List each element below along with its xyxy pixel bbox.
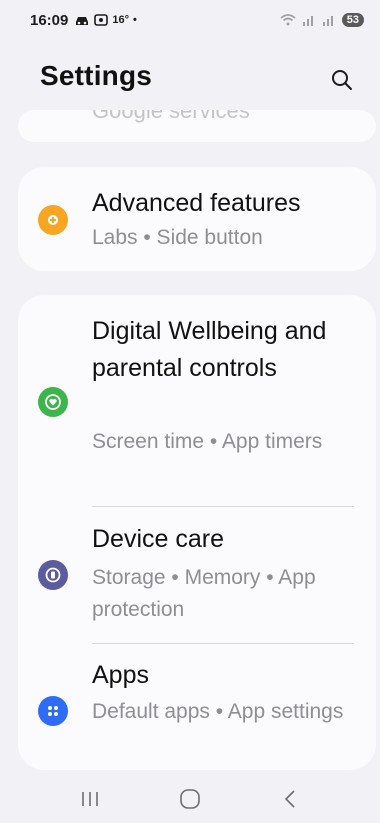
google-services-card[interactable]: Google services: [18, 110, 376, 142]
recents-icon: [82, 792, 98, 806]
signal-icon: [302, 16, 313, 26]
status-right: 53: [280, 13, 364, 27]
advanced-features-card: Advanced features Labs • Side button: [18, 167, 376, 271]
recents-button[interactable]: [70, 779, 110, 819]
settings-item-advanced-features[interactable]: Advanced features Labs • Side button: [18, 167, 376, 271]
device-care-title: Device care: [92, 525, 224, 553]
home-icon: [180, 789, 200, 809]
advanced-features-title: Advanced features: [92, 189, 301, 217]
apps-subtitle: Default apps • App settings: [92, 700, 344, 723]
page-title: Settings: [40, 60, 153, 91]
status-bar: 16:09 16° • 53: [0, 0, 380, 40]
device-care-icon: [38, 560, 68, 590]
gear-plus-icon: [38, 205, 68, 235]
battery-icon: 53: [341, 13, 364, 27]
settings-item-apps[interactable]: Apps Default apps • App settings: [18, 644, 376, 770]
device-care-subtitle: Storage • Memory • App protection: [92, 566, 316, 621]
settings-item-digital-wellbeing[interactable]: Digital Wellbeing and parental controls …: [18, 295, 376, 506]
header: Settings: [0, 60, 380, 100]
status-dot: •: [133, 14, 137, 26]
heart-circle-icon: [38, 387, 68, 417]
screenshot-icon: [94, 14, 109, 26]
home-button[interactable]: [170, 779, 210, 819]
search-button[interactable]: [326, 64, 358, 96]
wifi-icon: [280, 14, 296, 26]
advanced-features-subtitle: Labs • Side button: [92, 226, 263, 249]
google-services-label: Google services: [92, 110, 250, 123]
search-icon: [332, 70, 352, 90]
apps-grid-icon: [38, 696, 68, 726]
status-left: 16:09 16° •: [30, 12, 137, 29]
apps-title: Apps: [92, 661, 149, 689]
navigation-bar: [0, 775, 380, 823]
status-temperature: 16°: [112, 14, 130, 26]
status-notification-icons: 16° •: [74, 14, 137, 26]
signal-icon-2: [322, 16, 333, 26]
settings-item-device-care[interactable]: Device care Storage • Memory • App prote…: [18, 507, 376, 643]
back-button[interactable]: [270, 779, 310, 819]
status-time: 16:09: [30, 11, 69, 29]
digital-wellbeing-title: Digital Wellbeing and parental controls: [92, 317, 327, 382]
car-icon: [76, 17, 89, 25]
settings-card-main: Digital Wellbeing and parental controls …: [18, 295, 376, 770]
back-icon: [284, 790, 295, 808]
digital-wellbeing-subtitle: Screen time • App timers: [92, 430, 323, 453]
